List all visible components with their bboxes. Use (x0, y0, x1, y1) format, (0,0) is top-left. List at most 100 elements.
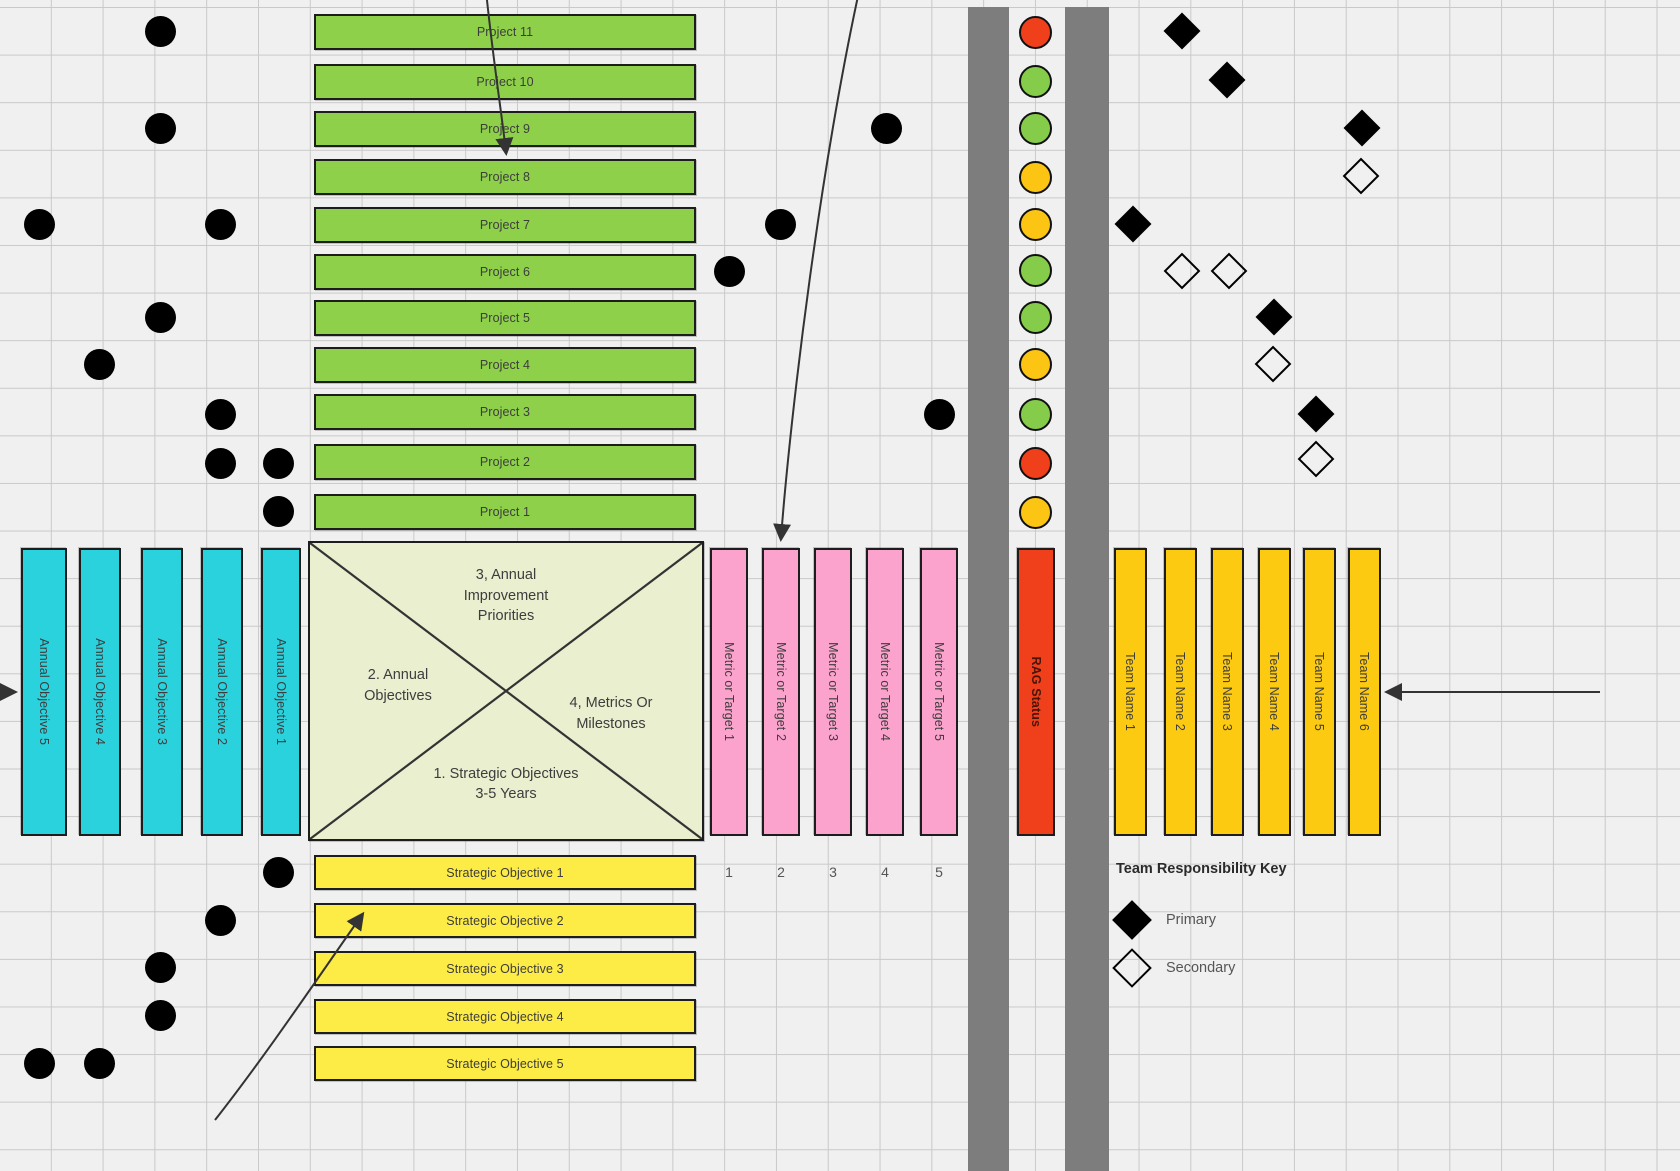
metric-bar[interactable]: Metric or Target 4 (866, 548, 904, 836)
project-bar[interactable]: Project 9 (314, 111, 696, 147)
rag-indicator-amber[interactable] (1019, 348, 1052, 381)
correlation-dot[interactable] (205, 905, 236, 936)
strategic-objective-bar[interactable]: Strategic Objective 4 (314, 999, 696, 1034)
team-bar[interactable]: Team Name 6 (1348, 548, 1381, 836)
correlation-dot[interactable] (263, 857, 294, 888)
project-label: Project 7 (479, 218, 531, 232)
correlation-dot[interactable] (924, 399, 955, 430)
metric-number: 2 (777, 864, 785, 880)
strategic-objective-label: Strategic Objective 2 (446, 913, 564, 928)
project-bar[interactable]: Project 6 (314, 254, 696, 290)
rag-indicator-red[interactable] (1019, 16, 1052, 49)
team-bar[interactable]: Team Name 2 (1164, 548, 1197, 836)
project-bar[interactable]: Project 5 (314, 300, 696, 336)
annual-objective-bar[interactable]: Annual Objective 4 (79, 548, 121, 836)
team-bar[interactable]: Team Name 5 (1303, 548, 1336, 836)
grey-band-right (1065, 7, 1109, 1171)
strategic-objective-bar[interactable]: Strategic Objective 2 (314, 903, 696, 938)
rag-indicator-green[interactable] (1019, 112, 1052, 145)
project-bar[interactable]: Project 2 (314, 444, 696, 480)
team-bar[interactable]: Team Name 4 (1258, 548, 1291, 836)
metric-label: Metric or Target 4 (878, 642, 892, 742)
team-bar[interactable]: Team Name 1 (1114, 548, 1147, 836)
legend-item-primary: Primary (1112, 900, 1216, 940)
team-label: Team Name 4 (1267, 652, 1282, 732)
x-matrix-canvas: Project 11 Project 10 Project 9 Project … (0, 0, 1680, 1171)
metric-number: 1 (725, 864, 733, 880)
correlation-dot[interactable] (24, 209, 55, 240)
project-label: Project 2 (479, 455, 531, 469)
correlation-dot[interactable] (145, 1000, 176, 1031)
annual-objective-bar[interactable]: Annual Objective 5 (21, 548, 67, 836)
project-label: Project 4 (479, 358, 531, 372)
team-label: Team Name 2 (1173, 652, 1188, 732)
annual-objective-label: Annual Objective 4 (93, 638, 107, 746)
project-bar[interactable]: Project 3 (314, 394, 696, 430)
metric-label: Metric or Target 5 (932, 642, 946, 742)
strategic-objective-bar[interactable]: Strategic Objective 3 (314, 951, 696, 986)
correlation-dot[interactable] (84, 1048, 115, 1079)
x-cross-lines (310, 543, 702, 839)
grey-band-left (968, 7, 1009, 1171)
correlation-dot[interactable] (205, 209, 236, 240)
rag-indicator-amber[interactable] (1019, 496, 1052, 529)
metric-bar[interactable]: Metric or Target 5 (920, 548, 958, 836)
team-label: Team Name 1 (1123, 652, 1138, 732)
metric-bar[interactable]: Metric or Target 1 (710, 548, 748, 836)
correlation-dot[interactable] (24, 1048, 55, 1079)
correlation-dot[interactable] (145, 113, 176, 144)
strategic-objective-label: Strategic Objective 1 (446, 865, 564, 880)
correlation-dot[interactable] (145, 16, 176, 47)
project-bar[interactable]: Project 8 (314, 159, 696, 195)
project-bar[interactable]: Project 10 (314, 64, 696, 100)
correlation-dot[interactable] (145, 952, 176, 983)
rag-indicator-amber[interactable] (1019, 161, 1052, 194)
metric-label: Metric or Target 1 (722, 642, 736, 742)
team-label: Team Name 5 (1312, 652, 1327, 732)
rag-indicator-green[interactable] (1019, 254, 1052, 287)
project-label: Project 1 (479, 505, 531, 519)
project-label: Project 10 (476, 75, 534, 89)
annual-objective-label: Annual Objective 3 (155, 638, 169, 746)
project-label: Project 8 (479, 170, 531, 184)
annual-objective-label: Annual Objective 5 (37, 638, 51, 746)
rag-indicator-green[interactable] (1019, 301, 1052, 334)
correlation-dot[interactable] (871, 113, 902, 144)
metric-number: 5 (935, 864, 943, 880)
rag-indicator-red[interactable] (1019, 447, 1052, 480)
x-matrix-center: 3, Annual Improvement Priorities 2. Annu… (308, 541, 704, 841)
correlation-dot[interactable] (145, 302, 176, 333)
rag-status-bar[interactable]: RAG Status (1017, 548, 1055, 836)
annual-objective-label: Annual Objective 2 (215, 638, 229, 746)
rag-indicator-green[interactable] (1019, 65, 1052, 98)
strategic-objective-bar[interactable]: Strategic Objective 5 (314, 1046, 696, 1081)
project-label: Project 5 (479, 311, 531, 325)
project-bar[interactable]: Project 1 (314, 494, 696, 530)
correlation-dot[interactable] (205, 399, 236, 430)
open-diamond-icon (1112, 948, 1152, 988)
correlation-dot[interactable] (714, 256, 745, 287)
legend-label: Secondary (1166, 960, 1236, 976)
metric-bar[interactable]: Metric or Target 2 (762, 548, 800, 836)
team-bar[interactable]: Team Name 3 (1211, 548, 1244, 836)
strategic-objective-bar[interactable]: Strategic Objective 1 (314, 855, 696, 890)
annual-objective-bar[interactable]: Annual Objective 2 (201, 548, 243, 836)
project-label: Project 6 (479, 265, 531, 279)
project-bar[interactable]: Project 7 (314, 207, 696, 243)
correlation-dot[interactable] (765, 209, 796, 240)
correlation-dot[interactable] (263, 448, 294, 479)
correlation-dot[interactable] (84, 349, 115, 380)
project-bar[interactable]: Project 4 (314, 347, 696, 383)
annual-objective-bar[interactable]: Annual Objective 3 (141, 548, 183, 836)
annual-objective-label: Annual Objective 1 (274, 638, 288, 746)
correlation-dot[interactable] (263, 496, 294, 527)
metric-bar[interactable]: Metric or Target 3 (814, 548, 852, 836)
metric-number: 3 (829, 864, 837, 880)
project-label: Project 9 (479, 122, 531, 136)
project-bar[interactable]: Project 11 (314, 14, 696, 50)
annual-objective-bar[interactable]: Annual Objective 1 (261, 548, 301, 836)
rag-indicator-green[interactable] (1019, 398, 1052, 431)
team-label: Team Name 6 (1357, 652, 1372, 732)
correlation-dot[interactable] (205, 448, 236, 479)
rag-indicator-amber[interactable] (1019, 208, 1052, 241)
